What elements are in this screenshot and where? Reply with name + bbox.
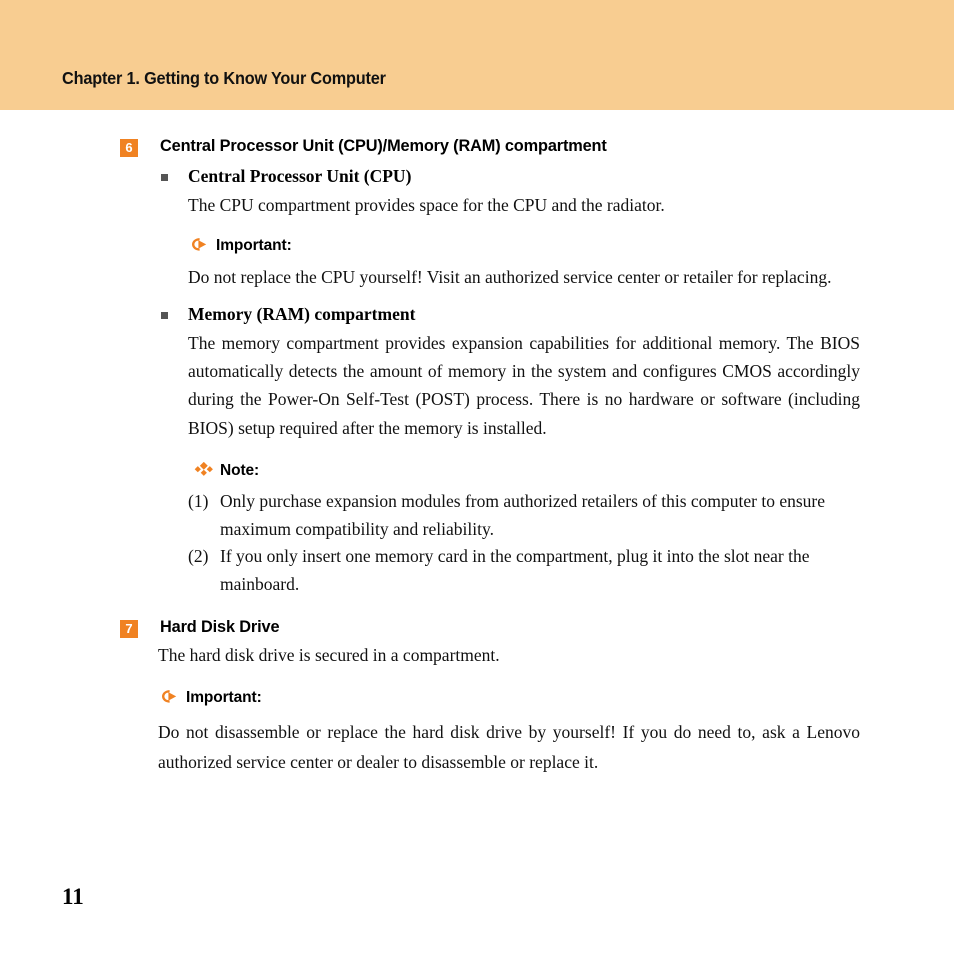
diamond-cluster-icon <box>194 462 214 477</box>
square-bullet-icon <box>161 311 168 319</box>
arrow-circle-icon <box>190 237 210 252</box>
page-header-band: Chapter 1. Getting to Know Your Computer <box>0 0 954 110</box>
section-6-title: Central Processor Unit (CPU)/Memory (RAM… <box>160 136 607 155</box>
section-7-heading-row: 7 Hard Disk Drive <box>0 616 954 638</box>
section-hard-disk-drive: 7 Hard Disk Drive The hard disk drive is… <box>0 617 954 778</box>
callout-important-hdd: Important: <box>160 689 954 707</box>
section-number-badge-7: 7 <box>120 619 138 638</box>
section-6-heading-row: 6 Central Processor Unit (CPU)/Memory (R… <box>0 136 954 157</box>
note-item-number: (1) <box>188 491 209 512</box>
arrow-circle-icon <box>160 689 180 704</box>
note-list-item: (1) Only purchase expansion modules from… <box>188 488 860 543</box>
bullet-title-cpu: Central Processor Unit (CPU) <box>188 166 412 186</box>
page-number: 11 <box>62 884 84 909</box>
callout-important-label-1: Important: <box>216 237 292 255</box>
paragraph-memory-description: The memory compartment provides expansio… <box>188 332 860 438</box>
callout-note-memory: Note: <box>194 462 954 480</box>
bullet-title-memory: Memory (RAM) compartment <box>188 303 416 324</box>
page-content: 6 Central Processor Unit (CPU)/Memory (R… <box>0 110 954 954</box>
square-bullet-icon <box>161 174 168 181</box>
paragraph-important-hdd: Do not disassemble or replace the hard d… <box>158 721 860 773</box>
bullet-item-cpu: Central Processor Unit (CPU) <box>0 166 954 187</box>
note-item-number: (2) <box>188 546 209 567</box>
note-item-text: If you only insert one memory card in th… <box>220 546 810 594</box>
callout-important-label-2: Important: <box>186 688 262 706</box>
note-numbered-list: (1) Only purchase expansion modules from… <box>188 488 860 599</box>
chapter-header-title: Chapter 1. Getting to Know Your Computer <box>62 68 386 88</box>
section-cpu-memory-compartment: 6 Central Processor Unit (CPU)/Memory (R… <box>0 136 954 599</box>
section-7-title: Hard Disk Drive <box>160 616 280 636</box>
paragraph-hdd-description: The hard disk drive is secured in a comp… <box>158 644 500 665</box>
note-item-text: Only purchase expansion modules from aut… <box>220 491 826 539</box>
paragraph-cpu-description: The CPU compartment provides space for t… <box>188 195 665 215</box>
bullet-item-memory: Memory (RAM) compartment <box>0 304 954 325</box>
paragraph-important-cpu: Do not replace the CPU yourself! Visit a… <box>188 267 832 288</box>
section-number-badge-6: 6 <box>120 139 138 157</box>
callout-important-cpu: Important: <box>190 237 954 255</box>
note-list-item: (2) If you only insert one memory card i… <box>188 543 860 598</box>
callout-note-label: Note: <box>220 462 260 480</box>
